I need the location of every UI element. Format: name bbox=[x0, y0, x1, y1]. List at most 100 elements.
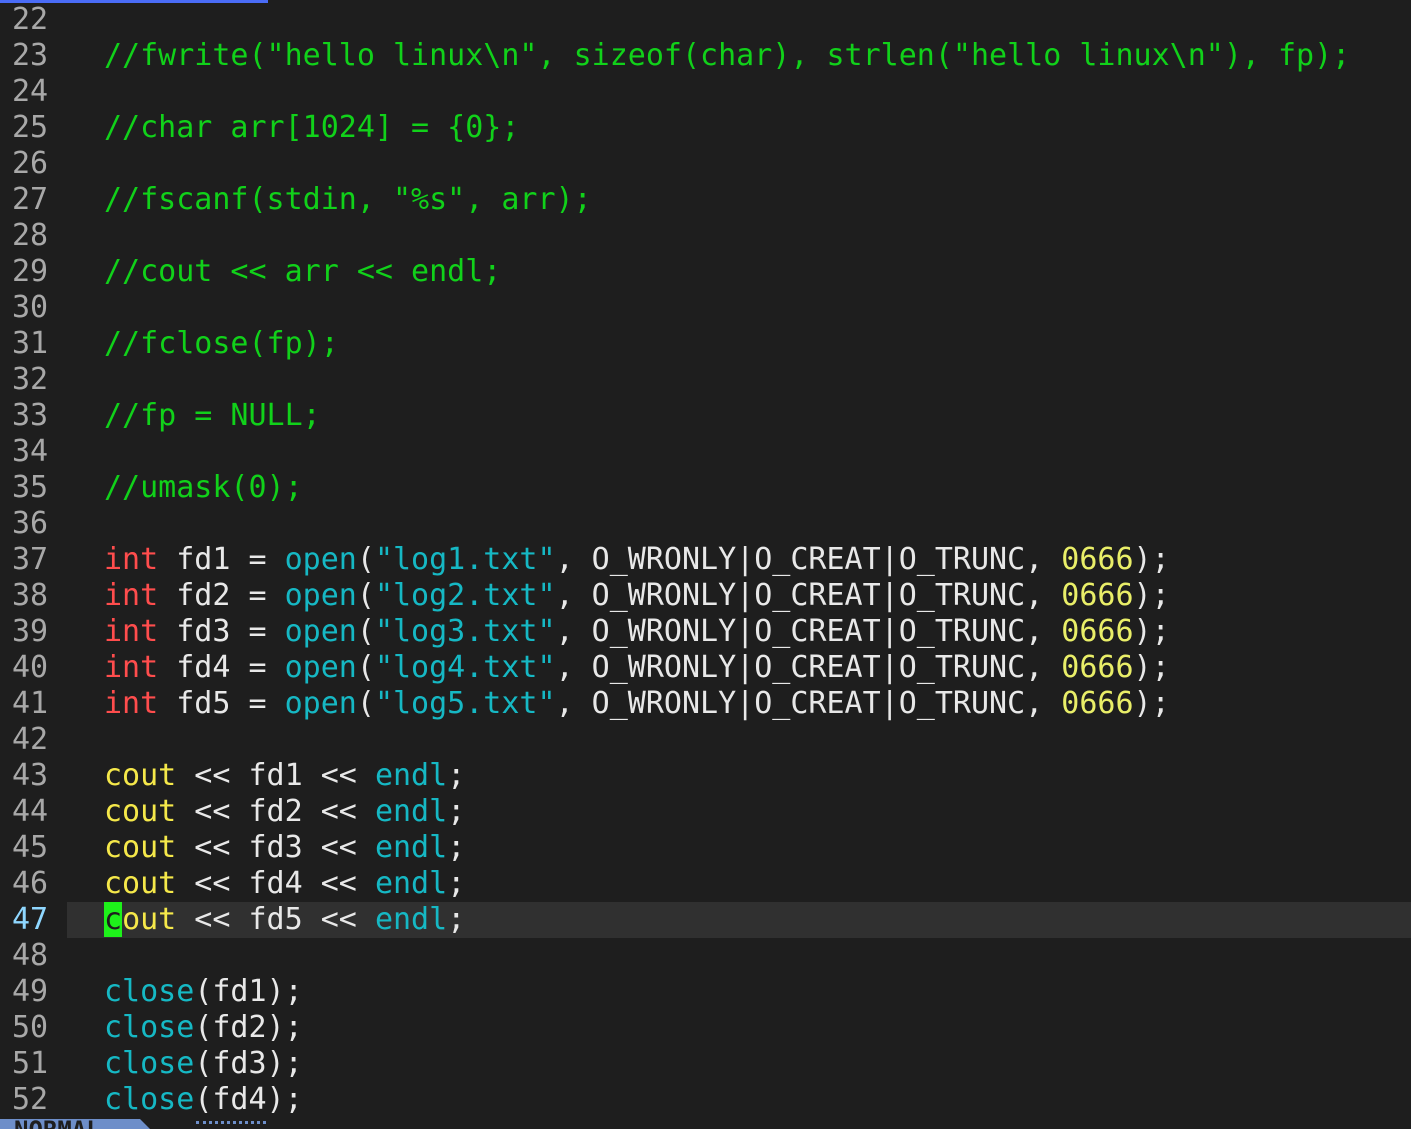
code-line[interactable]: 40 int fd4 = open("log4.txt", O_WRONLY|O_… bbox=[0, 650, 1411, 686]
code-token-op: , O_WRONLY|O_CREAT|O_TRUNC, bbox=[555, 542, 1062, 577]
mode-separator bbox=[140, 1119, 151, 1129]
code-line[interactable]: 28 bbox=[0, 218, 1411, 254]
code-token-stream: cout bbox=[104, 866, 177, 901]
code-token-op: << fd1 << bbox=[176, 758, 375, 793]
code-token-op: << fd5 << bbox=[176, 902, 375, 937]
text-cursor[interactable]: c bbox=[104, 902, 123, 937]
vim-editor[interactable]: 22 23 //fwrite("hello linux\n", sizeof(cha… bbox=[0, 0, 1411, 1129]
code-text[interactable]: cout << fd5 << endl; bbox=[104, 902, 465, 938]
code-line[interactable]: 42 bbox=[0, 722, 1411, 758]
code-token-stream: cout bbox=[104, 830, 177, 865]
code-text[interactable]: //char arr[1024] = {0}; bbox=[104, 110, 519, 146]
code-text[interactable]: //cout << arr << endl; bbox=[104, 254, 501, 290]
code-text[interactable]: //fp = NULL; bbox=[104, 398, 321, 434]
line-number: 26 bbox=[12, 146, 49, 181]
code-token-keyword: int bbox=[104, 614, 159, 649]
code-line[interactable]: 35 //umask(0); bbox=[0, 470, 1411, 506]
code-line[interactable]: 38 int fd2 = open("log2.txt", O_WRONLY|O_… bbox=[0, 578, 1411, 614]
line-number: 46 bbox=[12, 866, 49, 901]
code-line[interactable]: 23 //fwrite("hello linux\n", sizeof(char)… bbox=[0, 38, 1411, 74]
code-line[interactable]: 25 //char arr[1024] = {0}; bbox=[0, 110, 1411, 146]
code-token-number: 0666 bbox=[1061, 614, 1134, 649]
line-number: 36 bbox=[12, 506, 49, 541]
code-text[interactable]: cout << fd1 << endl; bbox=[104, 758, 465, 794]
code-token-op: ( bbox=[356, 578, 375, 613]
line-number: 52 bbox=[12, 1082, 49, 1117]
code-token-func: open bbox=[284, 650, 357, 685]
code-token-op: (fd1); bbox=[194, 974, 303, 1009]
code-token-ident: fd5 = bbox=[158, 686, 285, 721]
code-token-func: close bbox=[104, 1010, 195, 1045]
code-line[interactable]: 51 close(fd3); bbox=[0, 1046, 1411, 1082]
code-text[interactable]: int fd3 = open("log3.txt", O_WRONLY|O_CR… bbox=[104, 614, 1170, 650]
line-number: 45 bbox=[12, 830, 49, 865]
code-text[interactable]: close(fd4); bbox=[104, 1082, 303, 1118]
code-token-number: 0666 bbox=[1061, 686, 1134, 721]
code-line[interactable]: 45 cout << fd3 << endl; bbox=[0, 830, 1411, 866]
code-line[interactable]: 30 bbox=[0, 290, 1411, 326]
code-token-func: close bbox=[104, 1046, 195, 1081]
line-number: 50 bbox=[12, 1010, 49, 1045]
code-token-func: open bbox=[284, 614, 357, 649]
code-line[interactable]: 52 close(fd4); bbox=[0, 1082, 1411, 1118]
code-token-comment: //umask(0); bbox=[104, 470, 303, 505]
code-text[interactable]: close(fd2); bbox=[104, 1010, 303, 1046]
code-line[interactable]: 41 int fd5 = open("log5.txt", O_WRONLY|O_… bbox=[0, 686, 1411, 722]
line-number: 38 bbox=[12, 578, 49, 613]
code-line[interactable]: 46 cout << fd4 << endl; bbox=[0, 866, 1411, 902]
code-line[interactable]: 34 bbox=[0, 434, 1411, 470]
code-token-keyword: int bbox=[104, 578, 159, 613]
code-text[interactable]: //fclose(fp); bbox=[104, 326, 339, 362]
code-text[interactable]: int fd5 = open("log5.txt", O_WRONLY|O_CR… bbox=[104, 686, 1170, 722]
code-text[interactable]: //umask(0); bbox=[104, 470, 303, 506]
code-line[interactable]: 39 int fd3 = open("log3.txt", O_WRONLY|O_… bbox=[0, 614, 1411, 650]
code-token-number: 0666 bbox=[1061, 650, 1134, 685]
code-line[interactable]: 48 bbox=[0, 938, 1411, 974]
code-token-op: ; bbox=[447, 830, 466, 865]
code-token-keyword: int bbox=[104, 542, 159, 577]
code-token-comment: //fp = NULL; bbox=[104, 398, 321, 433]
line-number: 34 bbox=[12, 434, 49, 469]
code-line[interactable]: 26 bbox=[0, 146, 1411, 182]
code-token-op: ; bbox=[447, 866, 466, 901]
code-text[interactable]: int fd2 = open("log2.txt", O_WRONLY|O_CR… bbox=[104, 578, 1170, 614]
code-line[interactable]: 49 close(fd1); bbox=[0, 974, 1411, 1010]
code-text[interactable]: int fd4 = open("log4.txt", O_WRONLY|O_CR… bbox=[104, 650, 1170, 686]
code-token-keyword: int bbox=[104, 686, 159, 721]
code-text[interactable]: //fscanf(stdin, "%s", arr); bbox=[104, 182, 592, 218]
code-token-func: endl bbox=[374, 794, 448, 829]
code-line[interactable]: 24 bbox=[0, 74, 1411, 110]
code-line[interactable]: 22 bbox=[0, 2, 1411, 38]
code-text[interactable]: close(fd1); bbox=[104, 974, 303, 1010]
code-line[interactable]: 44 cout << fd2 << endl; bbox=[0, 794, 1411, 830]
code-text[interactable]: //fwrite("hello linux\n", sizeof(char), … bbox=[104, 38, 1350, 74]
code-text[interactable]: close(fd3); bbox=[104, 1046, 303, 1082]
code-line-current[interactable]: 47 cout << fd5 << endl; bbox=[0, 902, 1411, 938]
code-text[interactable]: cout << fd3 << endl; bbox=[104, 830, 465, 866]
code-line[interactable]: 33 //fp = NULL; bbox=[0, 398, 1411, 434]
code-line[interactable]: 50 close(fd2); bbox=[0, 1010, 1411, 1046]
code-token-op: , O_WRONLY|O_CREAT|O_TRUNC, bbox=[555, 614, 1062, 649]
code-token-op: ( bbox=[356, 614, 375, 649]
code-text[interactable]: int fd1 = open("log1.txt", O_WRONLY|O_CR… bbox=[104, 542, 1170, 578]
code-line[interactable]: 29 //cout << arr << endl; bbox=[0, 254, 1411, 290]
code-text[interactable]: cout << fd4 << endl; bbox=[104, 866, 465, 902]
code-line[interactable]: 43 cout << fd1 << endl; bbox=[0, 758, 1411, 794]
code-token-ident: fd1 = bbox=[158, 542, 285, 577]
code-token-op: ; bbox=[447, 794, 466, 829]
code-token-op: << fd4 << bbox=[176, 866, 375, 901]
line-number: 27 bbox=[12, 182, 49, 217]
code-token-op: (fd2); bbox=[194, 1010, 303, 1045]
code-line[interactable]: 36 bbox=[0, 506, 1411, 542]
code-token-number: 0666 bbox=[1061, 542, 1134, 577]
code-line[interactable]: 27 //fscanf(stdin, "%s", arr); bbox=[0, 182, 1411, 218]
line-number: 47 bbox=[12, 902, 49, 937]
code-text[interactable]: cout << fd2 << endl; bbox=[104, 794, 465, 830]
code-line[interactable]: 37 int fd1 = open("log1.txt", O_WRONLY|O_… bbox=[0, 542, 1411, 578]
code-line[interactable]: 31 //fclose(fp); bbox=[0, 326, 1411, 362]
line-number: 37 bbox=[12, 542, 49, 577]
code-token-comment: //cout << arr << endl; bbox=[104, 254, 502, 289]
code-token-func: close bbox=[104, 1082, 195, 1117]
code-token-op: ); bbox=[1133, 614, 1170, 649]
code-line[interactable]: 32 bbox=[0, 362, 1411, 398]
